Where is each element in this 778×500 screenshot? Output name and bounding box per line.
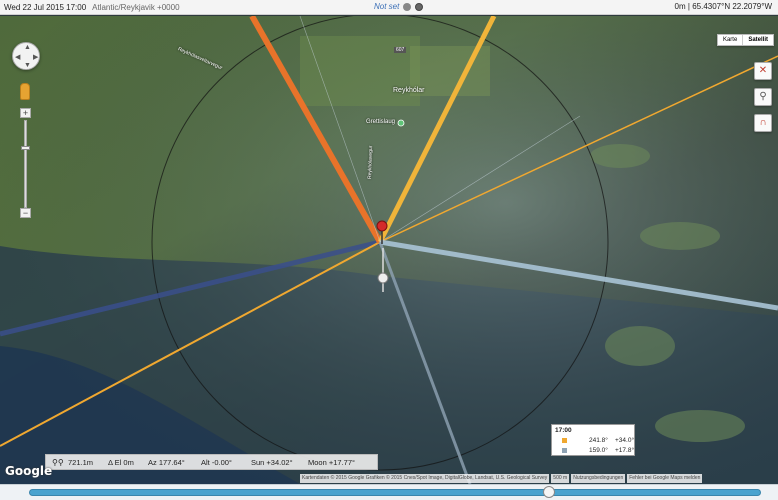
sun-swatch-icon [562, 438, 567, 443]
info-altitude: Alt -0.00° [201, 458, 232, 467]
info-elevation: 721.1m [68, 458, 94, 467]
google-logo[interactable]: Google [5, 464, 52, 478]
road-name-2: Reykhólavegur [367, 145, 375, 180]
timeline-bar [0, 484, 778, 500]
map-type-map[interactable]: Karte [718, 35, 742, 45]
attribution: Kartendaten © 2015 Google Grafiken © 201… [300, 474, 550, 483]
legend-moon-elevation: +17.8° [615, 447, 635, 454]
map-view[interactable]: Reykhólar Grettislaug 607 Reykhólasveita… [0, 16, 778, 484]
location-status[interactable]: Not set [374, 2, 399, 11]
zoom-slider-thumb[interactable] [21, 146, 30, 150]
zoom-track[interactable] [24, 120, 27, 208]
road-badge: 607 [394, 47, 407, 53]
timeline-track[interactable] [29, 489, 761, 496]
date-time[interactable]: Wed 22 Jul 2015 17:00 [4, 3, 86, 12]
legend-sun-azimuth: 241.8° [589, 437, 608, 444]
scale-label: 500 m [551, 474, 570, 483]
secondary-pin [377, 272, 389, 284]
report-link[interactable]: Fehler bei Google Maps melden [627, 474, 703, 483]
poi-label: Grettislaug [366, 119, 396, 125]
pan-right-icon[interactable]: ▶ [33, 53, 38, 61]
time-legend: 17:00 241.8° +34.0° 159.0° +17.8° [551, 424, 635, 456]
pan-down-icon[interactable]: ▼ [24, 62, 31, 69]
timezone: Atlantic/Reykjavik +0000 [92, 2, 180, 12]
map-type-switch: Karte Satellit [716, 34, 774, 46]
coordinates: 65.4307°N 22.2079°W [692, 2, 772, 11]
pin-pair-icon: ⚲⚲ [52, 458, 64, 467]
terms-link[interactable]: Nutzungsbedingungen [571, 474, 626, 483]
legend-time: 17:00 [555, 427, 572, 434]
street-view-pegman-icon[interactable] [20, 83, 30, 100]
camera-icon[interactable] [415, 2, 424, 11]
timeline-thumb[interactable] [542, 486, 555, 498]
coordinates-readout: 0m | 65.4307°N 22.2079°W [674, 2, 772, 11]
map-type-satellite[interactable]: Satellit [742, 35, 773, 45]
legend-sun-elevation: +34.0° [615, 437, 635, 444]
info-icon[interactable] [403, 2, 412, 11]
moon-swatch-icon [562, 448, 567, 453]
geodetics-tool-icon[interactable]: ∩ [754, 114, 772, 132]
info-sun: Sun +34.02° [251, 458, 293, 467]
info-moon: Moon +17.77° [308, 458, 355, 467]
zoom-in-button[interactable]: + [20, 108, 31, 118]
info-bar: ⚲⚲ 721.1m Δ El 0m Az 177.64° Alt -0.00° … [45, 454, 378, 470]
top-bar: Wed 22 Jul 2015 17:00 Atlantic/Reykjavik… [0, 0, 778, 15]
map-footer: Kartendaten © 2015 Google Grafiken © 201… [300, 474, 703, 483]
zoom-out-button[interactable]: − [20, 208, 31, 218]
zoom-control: + − [20, 108, 31, 220]
legend-moon-azimuth: 159.0° [589, 447, 608, 454]
town-label: Reykhólar [393, 87, 425, 94]
pin-tool-icon[interactable]: ⚲ [754, 88, 772, 106]
info-delta-elevation: Δ El 0m [108, 458, 134, 467]
markers-toggle-icon[interactable]: ✕ [754, 62, 772, 80]
info-azimuth: Az 177.64° [148, 458, 185, 467]
pan-up-icon[interactable]: ▲ [24, 44, 31, 51]
pan-control[interactable]: ▲ ▼ ◀ ▶ [12, 42, 40, 70]
location-pin [376, 220, 388, 232]
pan-left-icon[interactable]: ◀ [15, 53, 20, 61]
elevation-readout: 0m [674, 2, 686, 11]
